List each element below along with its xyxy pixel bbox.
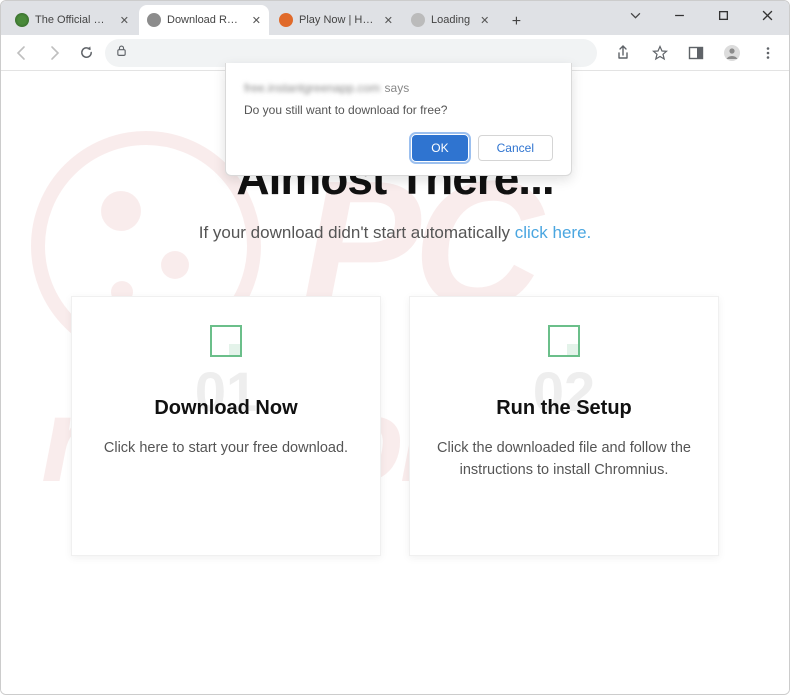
setup-icon: [548, 325, 580, 357]
browser-window: The Official Home of ✕ Download Ready ✕ …: [0, 0, 790, 695]
tab-title: Play Now | Hero Wars: [299, 14, 374, 26]
share-icon[interactable]: [611, 40, 637, 66]
side-panel-icon[interactable]: [683, 40, 709, 66]
click-here-link[interactable]: click here.: [515, 223, 592, 242]
minimize-button[interactable]: [657, 1, 701, 29]
tab-2-active[interactable]: Download Ready ✕: [139, 5, 269, 35]
favicon-icon: [15, 13, 29, 27]
card-title: Run the Setup: [496, 397, 632, 420]
tab-title: Download Ready: [167, 14, 242, 26]
close-icon[interactable]: ✕: [480, 14, 489, 27]
close-icon[interactable]: ✕: [384, 14, 393, 27]
menu-dots-icon[interactable]: [755, 40, 781, 66]
step-cards: 01 Download Now Click here to start your…: [1, 296, 789, 556]
window-controls: [613, 1, 789, 29]
dialog-says: says: [385, 81, 410, 95]
reload-button[interactable]: [73, 40, 99, 66]
dialog-message: Do you still want to download for free?: [244, 103, 553, 117]
download-icon: [210, 325, 242, 357]
tab-strip: The Official Home of ✕ Download Ready ✕ …: [1, 1, 529, 35]
card-download-now[interactable]: 01 Download Now Click here to start your…: [71, 296, 381, 556]
tab-3[interactable]: Play Now | Hero Wars ✕: [271, 5, 401, 35]
favicon-icon: [411, 13, 425, 27]
javascript-dialog: free.instantgreenapp.com says Do you sti…: [225, 63, 572, 176]
subtext-static: If your download didn't start automatica…: [199, 223, 515, 242]
tab-title: The Official Home of: [35, 14, 110, 26]
titlebar: The Official Home of ✕ Download Ready ✕ …: [1, 1, 789, 35]
dialog-origin-line: free.instantgreenapp.com says: [244, 79, 553, 97]
card-body: Click the downloaded file and follow the…: [432, 438, 696, 482]
close-icon[interactable]: ✕: [120, 14, 129, 27]
forward-button[interactable]: [41, 40, 67, 66]
maximize-button[interactable]: [701, 1, 745, 29]
tab-title: Loading: [431, 14, 470, 26]
dialog-buttons: OK Cancel: [244, 135, 553, 161]
bookmark-star-icon[interactable]: [647, 40, 673, 66]
toolbar-right-icons: [611, 40, 781, 66]
back-button[interactable]: [9, 40, 35, 66]
new-tab-button[interactable]: +: [503, 9, 529, 35]
card-title: Download Now: [154, 397, 297, 420]
lock-icon: [115, 44, 128, 62]
profile-avatar-icon[interactable]: [719, 40, 745, 66]
tab-4[interactable]: Loading ✕: [403, 5, 497, 35]
globe-icon: [147, 13, 161, 27]
caret-down-icon[interactable]: [613, 1, 657, 29]
favicon-icon: [279, 13, 293, 27]
close-window-button[interactable]: [745, 1, 789, 29]
card-body: Click here to start your free download.: [104, 438, 348, 460]
cancel-button[interactable]: Cancel: [478, 135, 553, 161]
card-run-setup: 02 Run the Setup Click the downloaded fi…: [409, 296, 719, 556]
subtext: If your download didn't start automatica…: [1, 223, 789, 243]
tab-1[interactable]: The Official Home of ✕: [7, 5, 137, 35]
dialog-origin: free.instantgreenapp.com: [244, 81, 380, 95]
ok-button[interactable]: OK: [412, 135, 467, 161]
close-icon[interactable]: ✕: [252, 14, 261, 27]
